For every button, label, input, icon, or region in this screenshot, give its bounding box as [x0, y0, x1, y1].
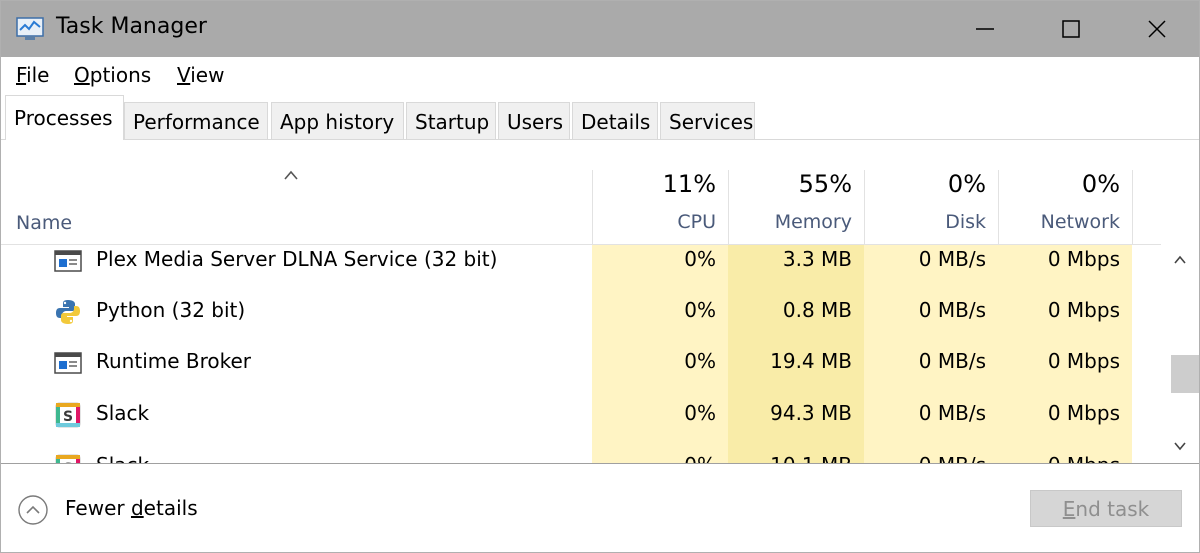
- process-network: 0 Mbps: [1047, 298, 1120, 322]
- process-cpu: 0%: [684, 349, 716, 373]
- process-disk: 0 MB/s: [918, 349, 986, 373]
- process-memory: 94.3 MB: [770, 401, 852, 425]
- cpu-label: CPU: [677, 211, 716, 233]
- column-memory[interactable]: 55% Memory: [728, 170, 864, 245]
- window-title: Task Manager: [56, 14, 207, 39]
- column-network[interactable]: 0% Network: [998, 170, 1132, 245]
- process-memory: 10.1 MB: [728, 453, 852, 463]
- maximize-icon: [1062, 20, 1080, 38]
- close-icon: [1148, 20, 1166, 38]
- process-network: 0 Mbps: [1047, 349, 1120, 373]
- chevron-up-icon[interactable]: [1173, 253, 1187, 267]
- process-name: Slack: [96, 453, 149, 463]
- process-network: 0 Mbps: [1047, 247, 1120, 271]
- process-memory: 0.8 MB: [782, 298, 852, 322]
- tab-services[interactable]: Services: [660, 102, 755, 140]
- slack-icon: S: [55, 454, 81, 463]
- process-name: Plex Media Server DLNA Service (32 bit): [96, 247, 498, 271]
- python-icon: [56, 300, 80, 324]
- disk-label: Disk: [945, 211, 986, 233]
- process-disk: 0 MB/s: [864, 453, 986, 463]
- tab-app-history[interactable]: App history: [271, 102, 404, 140]
- slack-icon: S: [55, 402, 81, 428]
- app-window-icon: [54, 352, 82, 374]
- menu-view[interactable]: View: [177, 63, 224, 87]
- end-task-button[interactable]: End task: [1030, 490, 1182, 527]
- process-memory: 19.4 MB: [770, 349, 852, 373]
- collapse-circle-icon[interactable]: [17, 494, 49, 526]
- process-memory: 3.3 MB: [782, 247, 852, 271]
- sort-ascending-icon[interactable]: [281, 168, 301, 182]
- table-row[interactable]: S Slack 0% 10.1 MB 0 MB/s 0 Mbps: [1, 443, 1161, 463]
- table-row[interactable]: Plex Media Server DLNA Service (32 bit) …: [1, 245, 1161, 287]
- column-cpu[interactable]: 11% CPU: [592, 170, 728, 245]
- task-manager-window: Task Manager File Options View Processes…: [0, 0, 1200, 553]
- network-total: 0%: [1081, 170, 1120, 198]
- process-cpu: 0%: [684, 401, 716, 425]
- fewer-details-link[interactable]: Fewer details: [65, 496, 198, 520]
- process-list: Plex Media Server DLNA Service (32 bit) …: [1, 245, 1161, 463]
- tab-processes[interactable]: Processes: [5, 95, 124, 140]
- task-manager-icon: [16, 17, 44, 40]
- column-name[interactable]: Name: [16, 212, 72, 234]
- minimize-button[interactable]: [942, 1, 1028, 57]
- maximize-button[interactable]: [1028, 1, 1114, 57]
- tab-details[interactable]: Details: [572, 102, 658, 140]
- process-disk: 0 MB/s: [918, 401, 986, 425]
- process-cpu: 0%: [684, 298, 716, 322]
- column-header: Name 11% CPU 55% Memory 0% Disk 0% Netwo…: [1, 140, 1199, 245]
- table-row[interactable]: Runtime Broker 0% 19.4 MB 0 MB/s 0 Mbps: [1, 339, 1161, 391]
- disk-total: 0%: [947, 170, 986, 198]
- cpu-total: 11%: [662, 170, 716, 198]
- column-disk[interactable]: 0% Disk: [864, 170, 998, 245]
- process-disk: 0 MB/s: [918, 298, 986, 322]
- process-name: Python (32 bit): [96, 298, 246, 322]
- column-divider: [1132, 170, 1133, 245]
- scrollbar-thumb[interactable]: [1171, 355, 1199, 393]
- tab-users[interactable]: Users: [498, 102, 570, 140]
- title-bar[interactable]: Task Manager: [1, 1, 1199, 57]
- table-row[interactable]: S Slack 0% 94.3 MB 0 MB/s 0 Mbps: [1, 391, 1161, 443]
- menu-file[interactable]: File: [16, 63, 49, 87]
- app-window-icon: [54, 250, 82, 272]
- memory-total: 55%: [798, 170, 852, 198]
- process-name: Slack: [96, 401, 150, 425]
- process-disk: 0 MB/s: [918, 247, 986, 271]
- menu-options[interactable]: Options: [74, 63, 151, 87]
- close-button[interactable]: [1114, 1, 1199, 57]
- tab-bar: Processes Performance App history Startu…: [1, 95, 1199, 140]
- network-label: Network: [1040, 211, 1120, 233]
- process-name: Runtime Broker: [96, 349, 252, 373]
- menu-bar: File Options View: [1, 57, 1199, 95]
- footer: Fewer details End task: [1, 464, 1199, 552]
- svg-text:S: S: [63, 409, 73, 425]
- vertical-scrollbar[interactable]: [1161, 245, 1199, 463]
- table-row[interactable]: Python (32 bit) 0% 0.8 MB 0 MB/s 0 Mbps: [1, 287, 1161, 339]
- process-network: 0 Mbps: [998, 453, 1120, 463]
- process-cpu: 0%: [592, 453, 716, 463]
- minimize-icon: [976, 28, 994, 30]
- memory-label: Memory: [774, 211, 852, 233]
- process-cpu: 0%: [684, 247, 716, 271]
- process-network: 0 Mbps: [1047, 401, 1120, 425]
- tab-performance[interactable]: Performance: [124, 102, 268, 140]
- chevron-down-icon[interactable]: [1173, 439, 1187, 453]
- tab-startup[interactable]: Startup: [406, 102, 496, 140]
